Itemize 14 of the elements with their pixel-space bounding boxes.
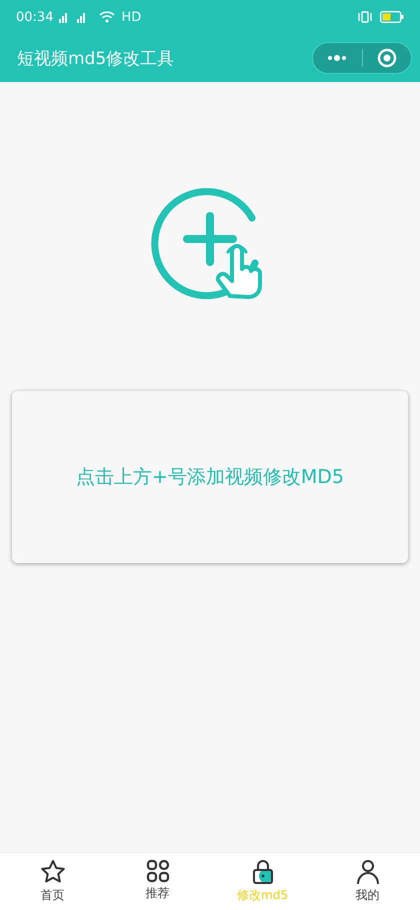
tab-item[interactable]: 我的 xyxy=(315,853,420,910)
battery-icon xyxy=(380,11,404,23)
tab-item[interactable]: 推荐 xyxy=(105,853,210,910)
person-icon xyxy=(354,859,380,885)
tab-item[interactable]: 首页 xyxy=(0,853,105,910)
more-icon[interactable] xyxy=(327,54,348,62)
page-title: 短视频md5修改工具 xyxy=(17,48,176,70)
vibrate-icon xyxy=(356,11,374,23)
grid-icon xyxy=(146,859,170,883)
network-label: HD xyxy=(121,10,142,24)
upload-hint: 点击上方+号添加视频修改MD5 xyxy=(76,465,344,490)
wifi-icon xyxy=(99,11,116,23)
status-time: 00:34 xyxy=(16,10,54,24)
star-icon xyxy=(40,859,66,885)
